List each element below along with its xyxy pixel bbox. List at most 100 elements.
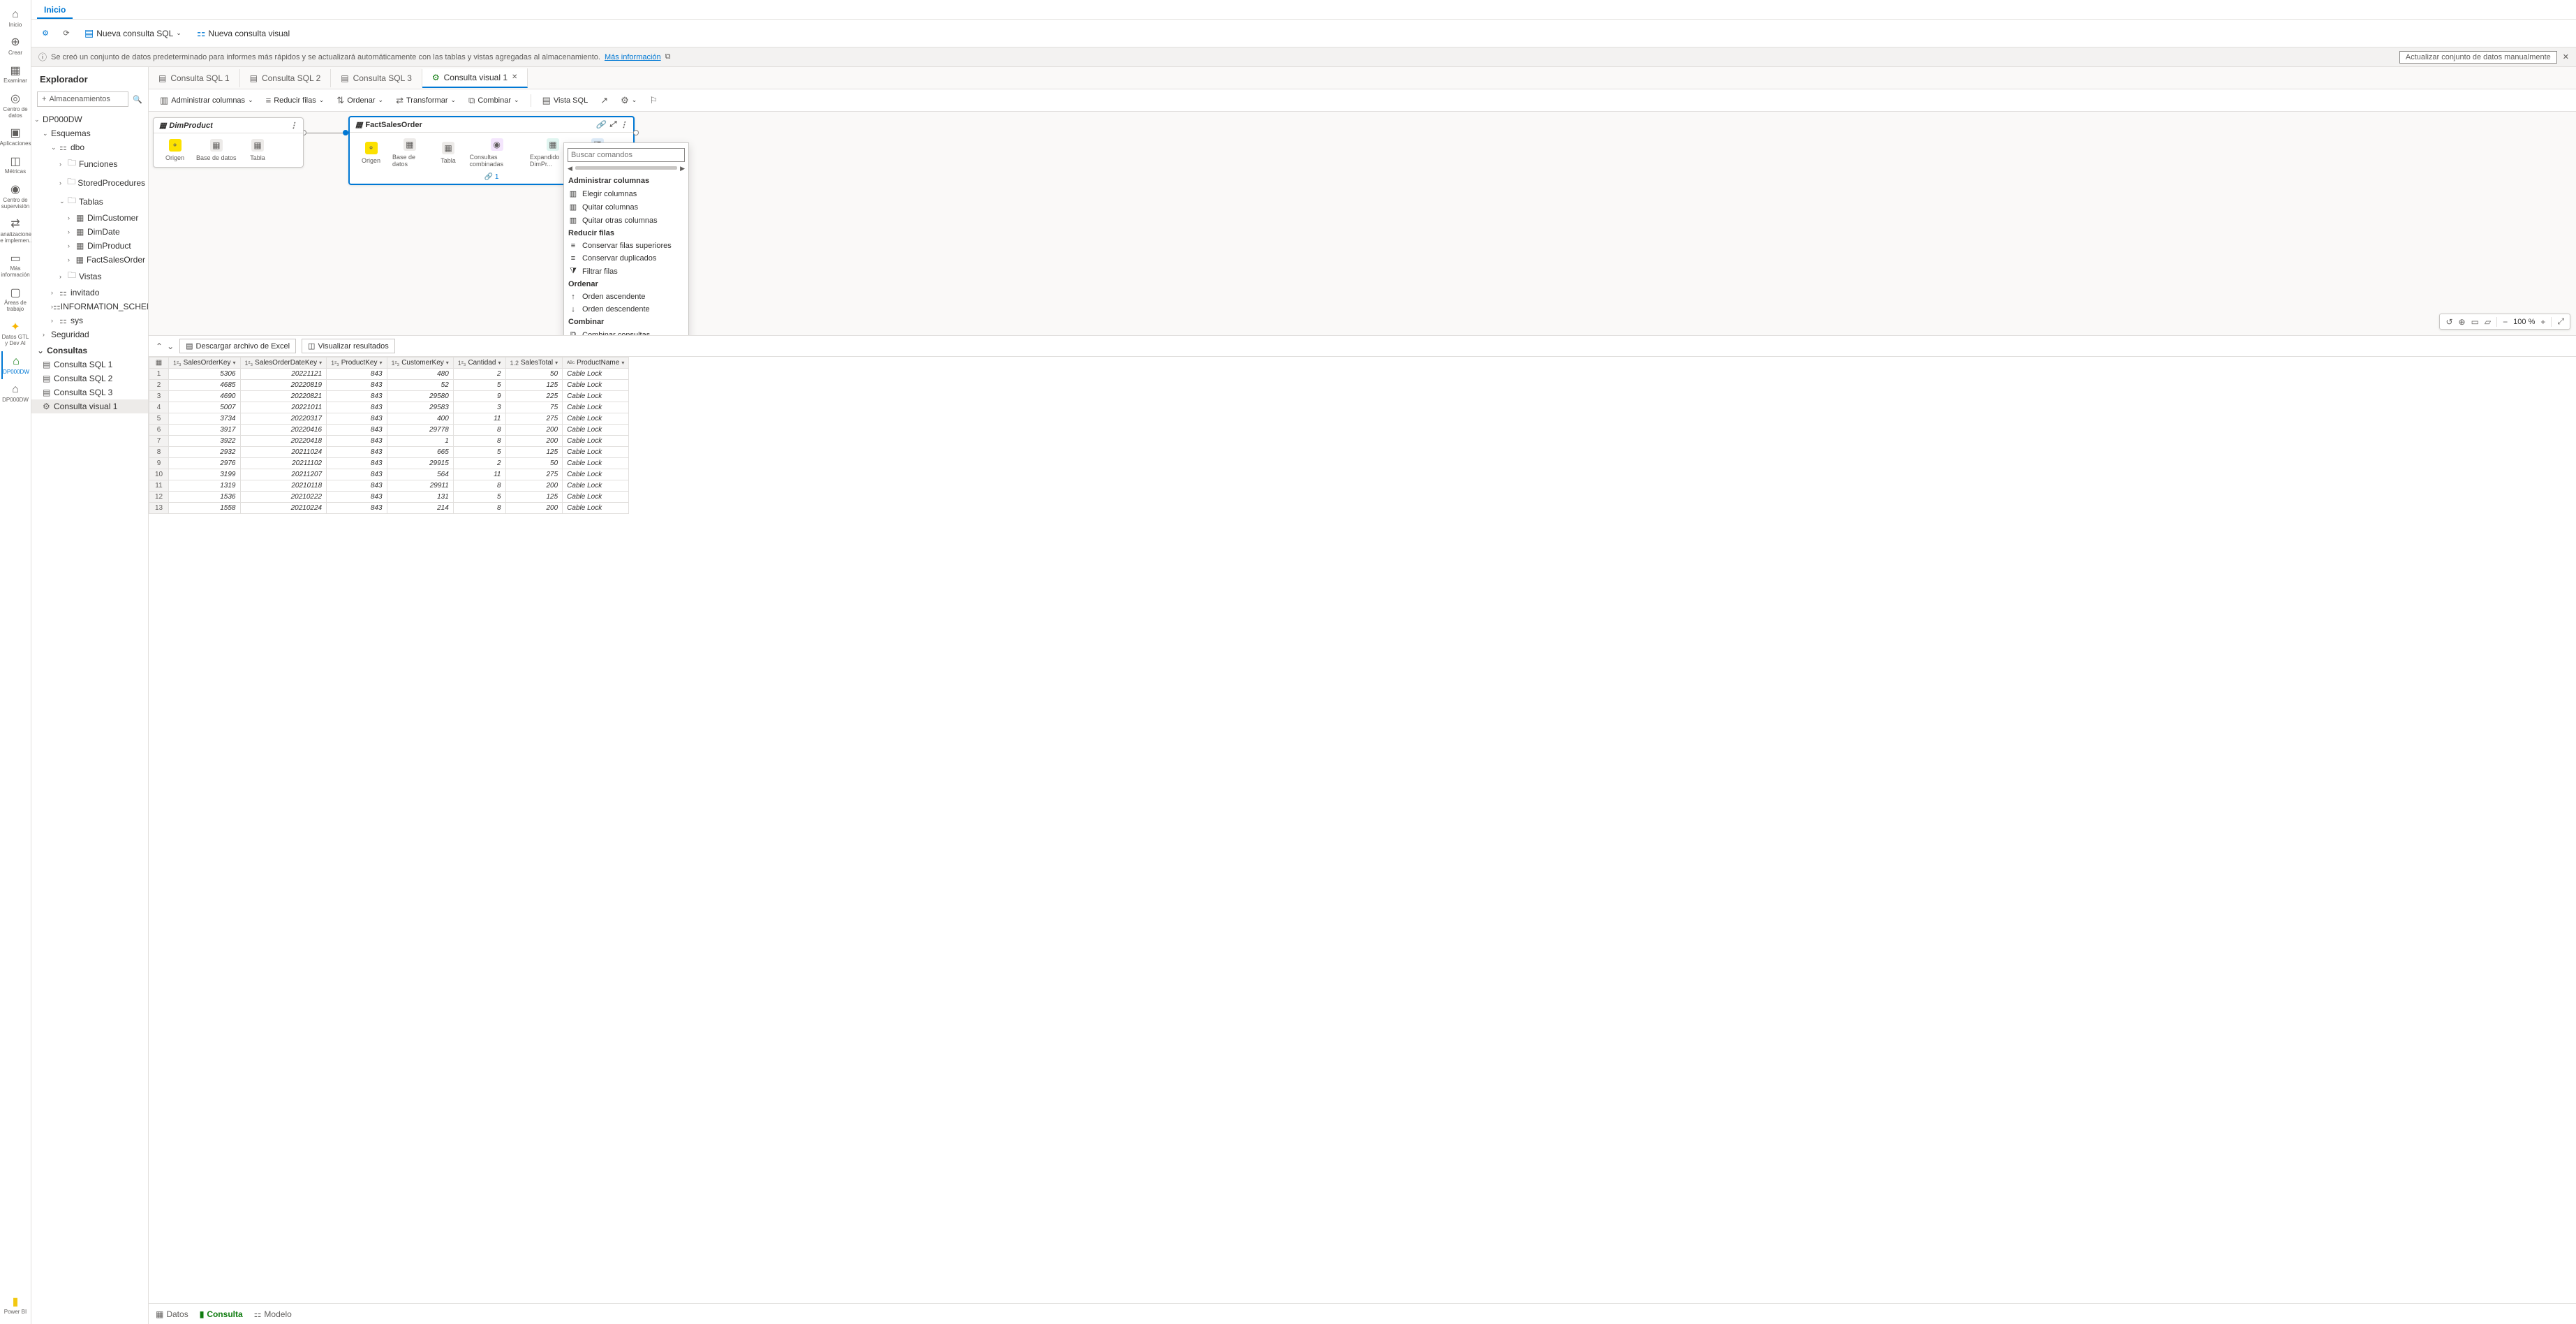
grid-rownum[interactable]: 4	[149, 402, 169, 413]
settings-button[interactable]: ⚙⌄	[616, 92, 641, 109]
combine-button[interactable]: ⧉Combinar⌄	[464, 92, 524, 109]
grid-cell[interactable]: 665	[387, 447, 453, 458]
grid-cell[interactable]: 1319	[169, 480, 241, 492]
tree-vistas[interactable]: ›🗀Vistas	[31, 267, 148, 286]
cmd-item[interactable]: ↑Orden ascendente	[564, 290, 688, 303]
nav-browse[interactable]: ▦Examinar	[1, 61, 29, 89]
grid-cell[interactable]: 9	[453, 391, 505, 402]
grid-cell[interactable]: 564	[387, 469, 453, 480]
grid-cell[interactable]: 8	[453, 425, 505, 436]
zoom-in-icon[interactable]: +	[2540, 317, 2545, 327]
zoom-out-icon[interactable]: −	[2503, 317, 2508, 327]
tree-query[interactable]: ▤Consulta SQL 1	[31, 358, 148, 372]
grid-cell[interactable]: 20210118	[240, 480, 327, 492]
nav-data-gtl[interactable]: ✦Datos GTL y Dev AI	[1, 317, 29, 351]
cmd-item[interactable]: ⧩Filtrar filas	[564, 265, 688, 278]
cmd-item[interactable]: ≡Conservar filas superiores	[564, 240, 688, 252]
grid-cell[interactable]: Cable Lock	[563, 447, 629, 458]
grid-cell[interactable]: 200	[505, 480, 563, 492]
tree-sprocs[interactable]: ›🗀StoredProcedures	[31, 173, 148, 192]
transform-button[interactable]: ⇄Transformar⌄	[392, 92, 460, 109]
grid-cell[interactable]: 2	[453, 369, 505, 380]
grid-col-header[interactable]: 1²₃SalesOrderKey▾	[169, 358, 241, 369]
step-tabla[interactable]: ▦Tabla	[433, 142, 464, 164]
grid-cell[interactable]: 3922	[169, 436, 241, 447]
grid-cell[interactable]: 20210224	[240, 503, 327, 514]
grid-cell[interactable]: 50	[505, 458, 563, 469]
grid-cell[interactable]: 5	[453, 492, 505, 503]
grid-cell[interactable]: 3199	[169, 469, 241, 480]
nav-home[interactable]: ⌂Inicio	[1, 4, 29, 32]
grid-cell[interactable]: 843	[327, 447, 387, 458]
grid-cell[interactable]: 843	[327, 436, 387, 447]
visualize-button[interactable]: ◫Visualizar resultados	[302, 339, 395, 353]
nav-monitor[interactable]: ◉Centro de supervisión	[1, 179, 29, 214]
grid-cell[interactable]: 20211102	[240, 458, 327, 469]
grid-cell[interactable]: Cable Lock	[563, 492, 629, 503]
step-origen[interactable]: ⚬Origen	[355, 142, 387, 164]
tab-consulta[interactable]: ▮Consulta	[200, 1309, 243, 1319]
grid-cell[interactable]: 275	[505, 413, 563, 425]
export-button[interactable]: ↗	[596, 92, 612, 109]
admin-cols-button[interactable]: ▥Administrar columnas⌄	[156, 92, 258, 109]
fullwidth-icon[interactable]: ▭	[2471, 317, 2479, 327]
grid-cell[interactable]: Cable Lock	[563, 436, 629, 447]
tree-query[interactable]: ▤Consulta SQL 2	[31, 372, 148, 385]
grid-cell[interactable]: 29583	[387, 402, 453, 413]
tab-datos[interactable]: ▦Datos	[156, 1309, 188, 1319]
grid-cell[interactable]: 8	[453, 480, 505, 492]
grid-cell[interactable]: Cable Lock	[563, 413, 629, 425]
order-button[interactable]: ⇅Ordenar⌄	[332, 92, 387, 109]
refresh-icon[interactable]: ⟳	[59, 27, 73, 41]
grid-cell[interactable]: 843	[327, 480, 387, 492]
grid-col-header[interactable]: 1²₃Cantidad▾	[453, 358, 505, 369]
tree-table[interactable]: ›▦DimDate	[31, 225, 148, 239]
step-db[interactable]: ▦Base de datos	[392, 138, 427, 168]
grid-cell[interactable]: 5	[453, 447, 505, 458]
grid-rownum[interactable]: 13	[149, 503, 169, 514]
tree-query-selected[interactable]: ⚙Consulta visual 1	[31, 399, 148, 413]
results-grid[interactable]: ▦1²₃SalesOrderKey▾1²₃SalesOrderDateKey▾1…	[149, 357, 2576, 1303]
grid-cell[interactable]: Cable Lock	[563, 380, 629, 391]
grid-cell[interactable]: 843	[327, 503, 387, 514]
grid-cell[interactable]: 8	[453, 436, 505, 447]
new-visual-query-button[interactable]: ⚏ Nueva consulta visual	[193, 24, 294, 42]
search-icon[interactable]: 🔍	[133, 95, 142, 104]
grid-cell[interactable]: 843	[327, 425, 387, 436]
nav-workspaces[interactable]: ▢Áreas de trabajo	[1, 283, 29, 317]
settings-icon[interactable]: ⚙	[38, 27, 52, 41]
grid-cell[interactable]: 29580	[387, 391, 453, 402]
query-tab[interactable]: ▤Consulta SQL 2	[240, 69, 332, 87]
grid-rownum[interactable]: 7	[149, 436, 169, 447]
grid-cell[interactable]: 20220418	[240, 436, 327, 447]
nav-powerbi[interactable]: ▮Power BI	[1, 1292, 29, 1320]
cmd-search-input[interactable]	[568, 148, 685, 162]
grid-cell[interactable]: 50	[505, 369, 563, 380]
grid-cell[interactable]: 843	[327, 469, 387, 480]
new-sql-query-button[interactable]: ▤ Nueva consulta SQL ⌄	[80, 24, 186, 42]
step-merge[interactable]: ◉Consultas combinadas	[470, 138, 524, 168]
grid-cell[interactable]: Cable Lock	[563, 469, 629, 480]
grid-cell[interactable]: 400	[387, 413, 453, 425]
grid-col-header[interactable]: ᴬᴮᶜProductName▾	[563, 358, 629, 369]
node-dimproduct[interactable]: ▦DimProduct ⋮ ⚬Origen ▦Base de datos ▦Ta…	[153, 117, 304, 168]
collapse-icon[interactable]: ⤢	[609, 120, 616, 129]
tree-table[interactable]: ›▦DimCustomer	[31, 211, 148, 225]
grid-cell[interactable]: 131	[387, 492, 453, 503]
canvas[interactable]: ▦DimProduct ⋮ ⚬Origen ▦Base de datos ▦Ta…	[149, 112, 2576, 335]
tab-modelo[interactable]: ⚏Modelo	[254, 1309, 292, 1319]
grid-cell[interactable]: 5	[453, 380, 505, 391]
nav-create[interactable]: ⊕Crear	[1, 32, 29, 60]
query-tab[interactable]: ▤Consulta SQL 1	[149, 69, 240, 87]
tree-sys[interactable]: ›⚏sys	[31, 314, 148, 328]
tree-table[interactable]: ›▦DimProduct	[31, 239, 148, 253]
grid-cell[interactable]: 4690	[169, 391, 241, 402]
cmd-item[interactable]: ↓Orden descendente	[564, 303, 688, 316]
download-excel-button[interactable]: ▤Descargar archivo de Excel	[179, 339, 296, 353]
connector-out-2[interactable]	[633, 130, 639, 135]
grid-rownum[interactable]: 8	[149, 447, 169, 458]
grid-cell[interactable]: 4685	[169, 380, 241, 391]
query-tab[interactable]: ▤Consulta SQL 3	[331, 69, 422, 87]
grid-cell[interactable]: 20211207	[240, 469, 327, 480]
grid-cell[interactable]: 125	[505, 492, 563, 503]
